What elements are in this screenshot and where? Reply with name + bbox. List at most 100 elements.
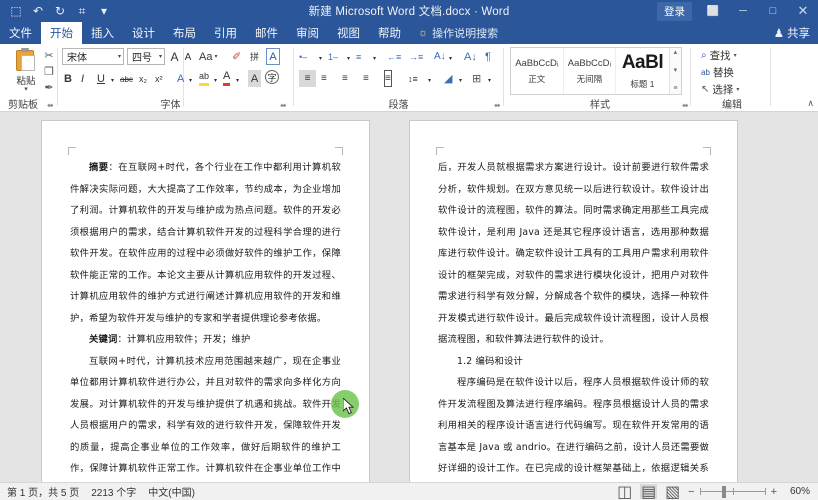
styles-scroll[interactable]: ▴ ▾ ≡ [669, 48, 681, 94]
tab-design[interactable]: 设计 [123, 22, 164, 44]
close-button[interactable]: ✕ [788, 0, 818, 22]
font-dialog-launcher[interactable]: ⬌ [280, 101, 287, 110]
font-size-combo[interactable]: 四号 ▾ [127, 48, 165, 65]
tab-mailings[interactable]: 邮件 [246, 22, 287, 44]
highlight-color-icon[interactable]: ab [199, 69, 209, 86]
shrink-font-icon[interactable]: A [182, 49, 194, 66]
character-shading-icon[interactable]: A [248, 70, 261, 87]
zoom-slider-thumb[interactable] [722, 486, 726, 498]
bullets-icon[interactable]: •– [299, 48, 307, 65]
subscript-button[interactable]: x₂ [139, 70, 147, 87]
align-left-icon[interactable]: ≡ [299, 70, 316, 87]
format-painter-icon[interactable]: ✒ [40, 80, 58, 95]
paste-caret-icon[interactable]: ▾ [24, 87, 28, 93]
line-spacing-icon[interactable]: ↕≡ [408, 70, 418, 87]
zoom-in-button[interactable]: + [771, 486, 777, 498]
tab-insert[interactable]: 插入 [82, 22, 123, 44]
sign-in-button[interactable]: 登录 [657, 2, 692, 21]
enclose-characters-icon[interactable]: 字 [265, 70, 279, 84]
font-color-icon[interactable]: A [223, 69, 230, 86]
font-color-caret-icon[interactable]: ▾ [236, 72, 239, 89]
tab-review[interactable]: 审阅 [287, 22, 328, 44]
underline-caret-icon[interactable]: ▾ [111, 72, 114, 89]
clipboard-dialog-launcher[interactable]: ⬌ [47, 101, 54, 110]
paragraph-mark-icon[interactable]: ¶ [485, 48, 491, 65]
bullets-caret-icon[interactable]: ▾ [319, 50, 322, 67]
styles-more-icon[interactable]: ≡ [673, 85, 677, 93]
style-item-no-spacing[interactable]: AaBbCcDᵢ 无间隔 [564, 48, 617, 94]
style-item-heading-1[interactable]: AaBl 标题 1 [616, 48, 669, 94]
collapse-ribbon-button[interactable]: ∧ [807, 98, 814, 109]
bold-button[interactable]: B [64, 70, 72, 87]
numbering-caret-icon[interactable]: ▾ [347, 50, 350, 67]
borders-caret-icon[interactable]: ▾ [488, 72, 491, 89]
multilevel-list-icon[interactable]: ≡ [356, 48, 361, 65]
share-button[interactable]: ♟ 共享 [774, 22, 810, 44]
copy-icon[interactable]: ❐ [40, 64, 58, 79]
maximize-button[interactable]: □ [758, 0, 788, 22]
cut-icon[interactable]: ✂ [40, 48, 58, 63]
font-name-combo[interactable]: 宋体 ▾ [62, 48, 124, 65]
text-effects-icon[interactable]: A [177, 70, 184, 87]
tab-references[interactable]: 引用 [205, 22, 246, 44]
sort-icon[interactable]: A↓ [434, 48, 446, 65]
show-formatting-marks-icon[interactable]: A↓ [464, 48, 477, 65]
clear-formatting-icon[interactable]: ✐ [232, 48, 241, 65]
tab-view[interactable]: 视图 [328, 22, 369, 44]
italic-button[interactable]: I [81, 70, 84, 87]
page-number-status[interactable]: 第 1 页，共 5 页 [7, 484, 79, 499]
tab-home[interactable]: 开始 [41, 22, 82, 44]
replace-button[interactable]: ab 替换 [701, 65, 734, 80]
line-spacing-caret-icon[interactable]: ▾ [428, 72, 431, 89]
read-mode-icon[interactable]: ◫ [616, 484, 633, 499]
increase-indent-icon[interactable]: →≡ [409, 48, 423, 65]
print-layout-icon[interactable]: ▤ [640, 484, 657, 499]
web-layout-icon[interactable]: ▧ [664, 484, 681, 499]
tell-me-search[interactable]: ☼ 操作说明搜索 [410, 22, 506, 44]
text-effects-caret-icon[interactable]: ▾ [189, 72, 192, 89]
multilevel-caret-icon[interactable]: ▾ [373, 50, 376, 67]
shading-caret-icon[interactable]: ▾ [459, 72, 462, 89]
tab-file[interactable]: 文件 [0, 22, 41, 44]
chevron-down-icon[interactable]: ▾ [214, 53, 217, 60]
underline-button[interactable]: U [97, 70, 105, 87]
styles-dialog-launcher[interactable]: ⬌ [682, 101, 689, 110]
language-status[interactable]: 中文(中国) [148, 484, 195, 499]
highlight-caret-icon[interactable]: ▾ [214, 72, 217, 89]
superscript-button[interactable]: x² [155, 70, 163, 87]
chevron-down-icon[interactable]: ▾ [156, 53, 162, 60]
phonetic-guide-icon[interactable]: 拼 [250, 48, 259, 65]
document-page-right[interactable]: 后，开发人员就根据需求方案进行设计。设计前要进行软件需求分析，软件规划。在双方意… [410, 121, 737, 482]
select-caret-icon[interactable]: ▾ [736, 86, 739, 93]
shading-icon[interactable]: ◢ [444, 70, 452, 87]
styles-scroll-up-icon[interactable]: ▴ [674, 49, 678, 57]
document-canvas[interactable]: 摘要：在互联网+时代，各个行业在工作中都利用计算机软件解决实际问题，大大提高了工… [0, 113, 818, 482]
zoom-slider[interactable] [700, 486, 766, 498]
tab-help[interactable]: 帮助 [369, 22, 410, 44]
sort-caret-icon[interactable]: ▾ [449, 50, 452, 67]
ribbon-display-options-icon[interactable]: ⬜ [698, 0, 728, 22]
align-center-icon[interactable]: ≡ [321, 70, 327, 87]
paragraph-dialog-launcher[interactable]: ⬌ [494, 101, 501, 110]
strikethrough-button[interactable]: abc [120, 71, 133, 88]
zoom-out-button[interactable]: − [688, 486, 694, 498]
character-border-icon[interactable]: A [266, 48, 280, 65]
minimize-button[interactable]: ─ [728, 0, 758, 22]
zoom-level-label[interactable]: 60% [782, 486, 810, 497]
borders-icon[interactable]: ⊞ [472, 70, 481, 87]
align-right-icon[interactable]: ≡ [342, 70, 348, 87]
styles-scroll-down-icon[interactable]: ▾ [674, 67, 678, 75]
find-caret-icon[interactable]: ▾ [734, 52, 737, 59]
change-case-button[interactable]: Aa ▾ [199, 48, 217, 65]
chevron-down-icon[interactable]: ▾ [115, 53, 121, 60]
document-page-left[interactable]: 摘要：在互联网+时代，各个行业在工作中都利用计算机软件解决实际问题，大大提高了工… [42, 121, 369, 482]
distribute-icon[interactable]: ≡ [384, 70, 392, 87]
word-count-status[interactable]: 2213 个字 [91, 484, 136, 499]
grow-font-icon[interactable]: A [168, 48, 181, 65]
numbering-icon[interactable]: 1– [328, 48, 338, 65]
style-item-normal[interactable]: AaBbCcDᵢ 正文 [511, 48, 564, 94]
tab-layout[interactable]: 布局 [164, 22, 205, 44]
decrease-indent-icon[interactable]: ←≡ [387, 48, 401, 65]
find-button[interactable]: ⌕ 查找 ▾ [701, 48, 737, 63]
select-button[interactable]: ↖ 选择 ▾ [701, 82, 739, 97]
